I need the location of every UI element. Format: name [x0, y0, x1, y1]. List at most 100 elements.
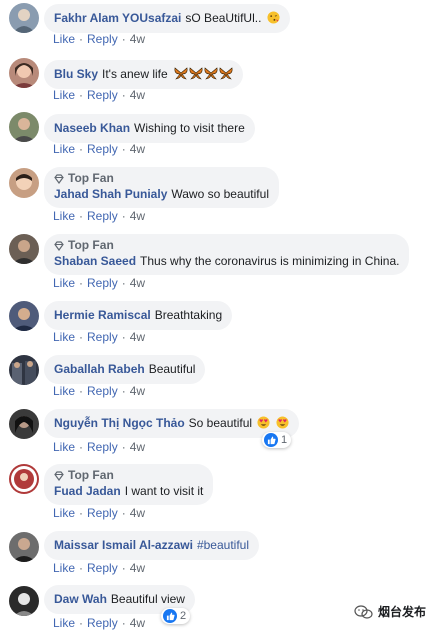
comment-time[interactable]: 4w: [130, 440, 145, 454]
reaction-count-value: 1: [281, 434, 288, 446]
comment-hashtag[interactable]: #beautiful: [197, 538, 249, 552]
comment-bubble: Top Fan Shaban Saeed Thus why the coronav…: [44, 234, 410, 275]
diamond-icon: [54, 173, 64, 184]
top-fan-badge: Top Fan: [54, 468, 203, 483]
comment-time[interactable]: 4w: [130, 32, 145, 46]
reply-link[interactable]: Reply: [87, 276, 118, 290]
reply-link[interactable]: Reply: [87, 32, 118, 46]
comment-author[interactable]: Blu Sky: [54, 67, 98, 81]
avatar[interactable]: [9, 532, 39, 562]
reply-link[interactable]: Reply: [87, 616, 118, 630]
top-fan-badge: Top Fan: [54, 171, 269, 186]
comment-time[interactable]: 4w: [130, 384, 145, 398]
like-link[interactable]: Like: [53, 209, 75, 223]
comment-author[interactable]: Fuad Jadan: [54, 484, 121, 498]
reply-link[interactable]: Reply: [87, 506, 118, 520]
like-link[interactable]: Like: [53, 142, 75, 156]
like-link[interactable]: Like: [53, 384, 75, 398]
comment-actions: Like · Reply · 4w: [53, 276, 146, 290]
comment-time[interactable]: 4w: [130, 276, 145, 290]
comment-time[interactable]: 4w: [130, 506, 145, 520]
like-link[interactable]: Like: [53, 506, 75, 520]
avatar[interactable]: [9, 355, 39, 385]
reaction-count[interactable]: 2: [161, 608, 191, 624]
avatar[interactable]: [9, 464, 39, 494]
comment-author[interactable]: Hermie Ramiscal: [54, 308, 151, 322]
comment-text: It's anew life: [102, 67, 168, 81]
like-link[interactable]: Like: [53, 561, 75, 575]
comment-bubble: Maissar Ismail Al-azzawi #beautiful: [44, 531, 259, 560]
comment-actions: Like · Reply · 4w: [53, 142, 146, 156]
comment-bubble: Top Fan Jahad Shah Punialy Wawo so beauti…: [44, 167, 279, 208]
like-reaction-icon: [264, 433, 278, 447]
comment-author[interactable]: Jahad Shah Punialy: [54, 187, 167, 201]
comment-time[interactable]: 4w: [130, 330, 145, 344]
comment-text: So beautiful: [188, 416, 253, 430]
comment-actions: Like · Reply · 4w: [53, 209, 146, 223]
like-link[interactable]: Like: [53, 32, 75, 46]
avatar[interactable]: [9, 586, 39, 616]
diamond-icon: [54, 240, 64, 251]
avatar[interactable]: [9, 409, 39, 439]
like-link[interactable]: Like: [53, 616, 75, 630]
reply-link[interactable]: Reply: [87, 561, 118, 575]
reply-link[interactable]: Reply: [87, 209, 118, 223]
like-link[interactable]: Like: [53, 88, 75, 102]
avatar[interactable]: [9, 3, 39, 33]
top-fan-label: Top Fan: [68, 468, 114, 482]
comment-bubble: Naseeb Khan Wishing to visit there: [44, 114, 255, 143]
comment-time[interactable]: 4w: [130, 88, 145, 102]
comment-time[interactable]: 4w: [130, 142, 145, 156]
comment-bubble: Blu Sky It's anew life: [44, 60, 244, 89]
reply-link[interactable]: Reply: [87, 142, 118, 156]
like-link[interactable]: Like: [53, 330, 75, 344]
comment-author[interactable]: Daw Wah: [54, 592, 107, 606]
comment-author[interactable]: Naseeb Khan: [54, 121, 130, 135]
reply-link[interactable]: Reply: [87, 88, 118, 102]
comment-text: Breathtaking: [154, 308, 223, 322]
comment-bubble: Hermie Ramiscal Breathtaking: [44, 301, 233, 330]
comment-actions: Like · Reply · 4w: [53, 32, 146, 46]
top-fan-label: Top Fan: [68, 238, 114, 252]
like-reaction-icon: [163, 609, 177, 623]
avatar[interactable]: [9, 301, 39, 331]
comment-actions: Like · Reply · 4w: [53, 506, 146, 520]
comment-author[interactable]: Nguyễn Thị Ngọc Thảo: [54, 416, 185, 430]
wechat-icon: [354, 604, 373, 619]
comment-author[interactable]: Fakhr Alam YOUsafzai: [54, 11, 181, 25]
watermark: 烟台发布: [354, 603, 426, 620]
diamond-icon: [54, 470, 64, 481]
comment-text: Beautiful view: [110, 592, 185, 606]
comment-author[interactable]: Shaban Saeed: [54, 254, 136, 268]
avatar[interactable]: [9, 112, 39, 142]
like-link[interactable]: Like: [53, 276, 75, 290]
heart-eyes-icon: [276, 416, 289, 429]
comment-bubble: Fakhr Alam YOUsafzai sO BeaUtifUl..: [44, 4, 290, 33]
comment-author[interactable]: Gaballah Rabeh: [54, 362, 145, 376]
comment-actions: Like · Reply · 4w: [53, 384, 146, 398]
reaction-count[interactable]: 1: [262, 432, 292, 448]
comment-actions: Like · Reply · 4w: [53, 330, 146, 344]
reply-link[interactable]: Reply: [87, 384, 118, 398]
comment-time[interactable]: 4w: [130, 209, 145, 223]
comment-text: Thus why the coronavirus is minimizing i…: [140, 254, 400, 268]
comment-actions: Like · Reply · 4w: [53, 88, 146, 102]
comment-text: sO BeaUtifUl..: [185, 11, 262, 25]
avatar[interactable]: [9, 168, 39, 198]
comment-author[interactable]: Maissar Ismail Al-azzawi: [54, 538, 193, 552]
comment-bubble: Nguyễn Thị Ngọc Thảo So beautiful: [44, 409, 299, 438]
comment-text: I want to visit it: [124, 484, 204, 498]
comment-time[interactable]: 4w: [130, 616, 145, 630]
comment-actions: Like · Reply · 4w: [53, 440, 146, 454]
kissing-face-icon: [267, 11, 280, 24]
reaction-count-value: 2: [180, 610, 187, 622]
avatar[interactable]: [9, 234, 39, 264]
comment-time[interactable]: 4w: [130, 561, 145, 575]
heart-eyes-icon: [257, 416, 270, 429]
top-fan-label: Top Fan: [68, 171, 114, 185]
avatar[interactable]: [9, 58, 39, 88]
like-link[interactable]: Like: [53, 440, 75, 454]
reply-link[interactable]: Reply: [87, 330, 118, 344]
comment-text: Wawo so beautiful: [171, 187, 269, 201]
reply-link[interactable]: Reply: [87, 440, 118, 454]
